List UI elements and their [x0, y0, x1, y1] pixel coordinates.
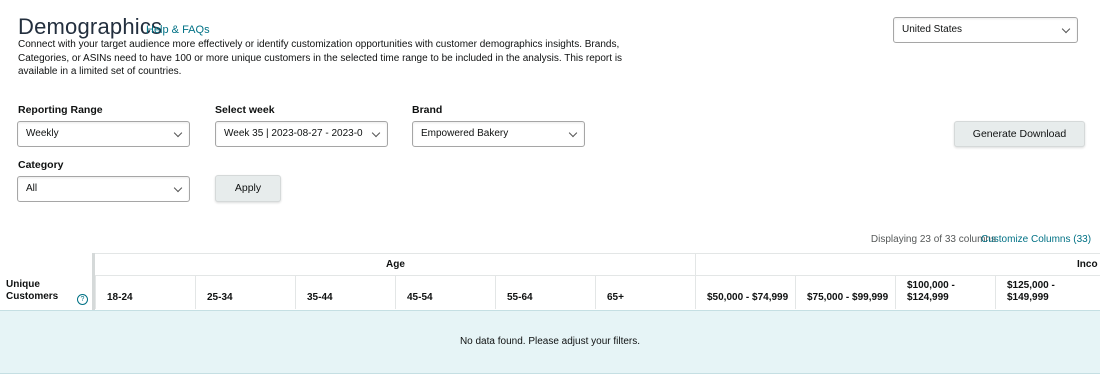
column-header-age-45-54[interactable]: 45-54 — [395, 275, 495, 309]
column-header-age-65-plus[interactable]: 65+ — [595, 275, 695, 309]
apply-button[interactable]: Apply — [215, 175, 281, 202]
column-header-age-25-34[interactable]: 25-34 — [195, 275, 295, 309]
country-select[interactable]: United States — [893, 17, 1078, 43]
reporting-range-value: Weekly — [26, 128, 59, 139]
category-value: All — [26, 183, 38, 194]
table-group-header-row: Age Inco — [95, 253, 1100, 276]
column-header-income-50k-75k[interactable]: $50,000 - $74,999 — [695, 275, 795, 309]
country-select-value: United States — [902, 24, 963, 35]
column-header-age-35-44[interactable]: 35-44 — [295, 275, 395, 309]
reporting-range-label: Reporting Range — [18, 104, 103, 116]
reporting-range-select[interactable]: Weekly — [17, 121, 190, 147]
column-header-income-125k-150k[interactable]: $125,000 - $149,999 — [995, 275, 1100, 309]
empty-table-body: No data found. Please adjust your filter… — [0, 310, 1100, 374]
chevron-down-icon — [173, 128, 183, 138]
chevron-down-icon — [1061, 24, 1071, 34]
column-header-age-18-24[interactable]: 18-24 — [95, 275, 195, 309]
income-group-header: Inco — [1077, 259, 1098, 270]
chevron-down-icon — [371, 128, 381, 138]
category-select[interactable]: All — [17, 176, 190, 202]
chevron-down-icon — [173, 183, 183, 193]
age-group-header: Age — [386, 259, 405, 270]
demographics-table: Age Inco Unique Customers ? 18-24 25-34 … — [0, 253, 1100, 377]
select-week-label: Select week — [215, 104, 275, 116]
columns-display-count: Displaying 23 of 33 columns — [870, 234, 996, 245]
column-header-income-100k-125k[interactable]: $100,000 - $124,999 — [895, 275, 995, 309]
select-week-select[interactable]: Week 35 | 2023-08-27 - 2023-0 — [215, 121, 388, 147]
page-title: Demographics — [18, 14, 163, 39]
group-divider — [695, 254, 696, 275]
brand-value: Empowered Bakery — [421, 128, 509, 139]
customize-columns-link[interactable]: Customize Columns (33) — [981, 234, 1091, 245]
select-week-value: Week 35 | 2023-08-27 - 2023-0 — [224, 128, 363, 139]
page-description: Connect with your target audience more e… — [18, 39, 623, 77]
empty-state-message: No data found. Please adjust your filter… — [459, 336, 641, 347]
generate-download-button[interactable]: Generate Download — [954, 121, 1085, 147]
column-header-income-75k-100k[interactable]: $75,000 - $99,999 — [795, 275, 895, 309]
brand-select[interactable]: Empowered Bakery — [412, 121, 585, 147]
brand-label: Brand — [412, 104, 443, 116]
category-label: Category — [18, 159, 64, 171]
help-faqs-link[interactable]: Help & FAQs — [146, 24, 210, 36]
column-header-age-55-64[interactable]: 55-64 — [495, 275, 595, 309]
table-column-header-row: 18-24 25-34 35-44 45-54 55-64 65+ $50,00… — [0, 275, 1100, 309]
chevron-down-icon — [568, 128, 578, 138]
